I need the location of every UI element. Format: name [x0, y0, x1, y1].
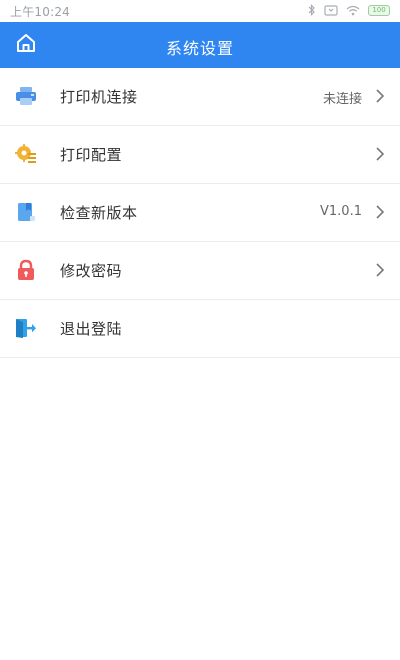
menu-item-label: 打印配置: [60, 146, 123, 164]
status-bar: 上午10:24 100: [0, 0, 400, 22]
lock-icon: [15, 259, 37, 281]
menu-item-logout[interactable]: 退出登陆: [0, 300, 400, 358]
chevron-right-icon: [374, 262, 386, 278]
menu-item-printer-connection[interactable]: 打印机连接 未连接: [0, 68, 400, 126]
settings-menu: 打印机连接 未连接 打印配置 检查新版本 V1.0.1 修改密码 退出登陆: [0, 68, 400, 358]
wifi-icon: [346, 5, 360, 16]
alarm-box-icon: [324, 4, 338, 16]
bookmark-icon: [15, 201, 37, 223]
page-title: 系统设置: [165, 39, 234, 58]
gear-list-icon: [15, 143, 37, 165]
menu-item-print-config[interactable]: 打印配置: [0, 126, 400, 184]
header-bar: 系统设置: [0, 22, 400, 68]
status-time: 上午10:24: [10, 5, 70, 19]
version-value: V1.0.1: [320, 204, 362, 219]
chevron-right-icon: [374, 88, 386, 104]
menu-item-change-password[interactable]: 修改密码: [0, 242, 400, 300]
logout-icon: [15, 317, 37, 339]
menu-item-check-version[interactable]: 检查新版本 V1.0.1: [0, 184, 400, 242]
bluetooth-icon: [308, 4, 316, 16]
chevron-right-icon: [374, 146, 386, 162]
printer-status-value: 未连接: [322, 92, 362, 107]
chevron-right-icon: [374, 204, 386, 220]
menu-item-label: 检查新版本: [60, 204, 138, 222]
printer-icon: [15, 85, 37, 107]
menu-item-label: 修改密码: [60, 262, 123, 280]
status-icons: 100: [308, 4, 390, 16]
menu-item-label: 打印机连接: [60, 88, 138, 106]
menu-item-label: 退出登陆: [60, 320, 123, 338]
battery-icon: 100: [368, 4, 390, 16]
